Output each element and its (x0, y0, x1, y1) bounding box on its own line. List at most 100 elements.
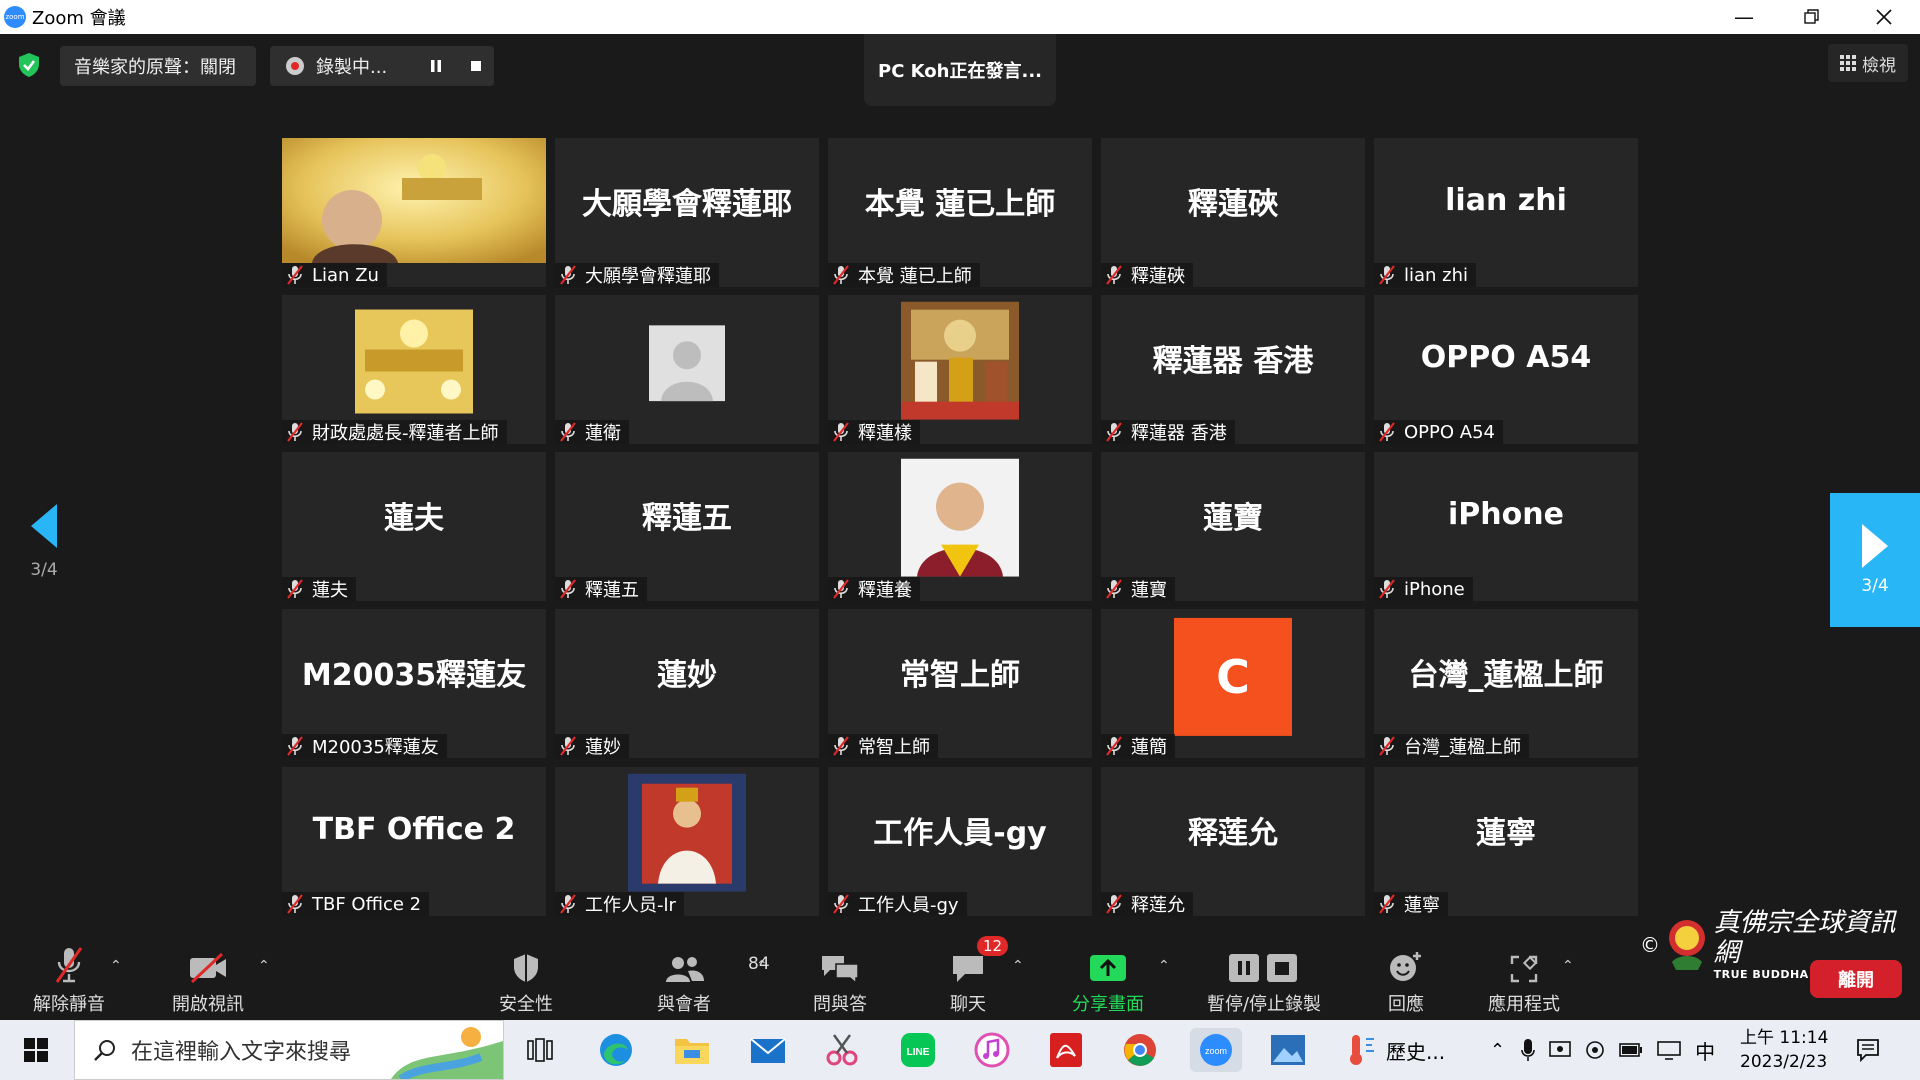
qa-button[interactable]: 問與答 (780, 940, 900, 1016)
participant-name-label: 蓮妙 (555, 734, 629, 758)
pause-recording-button[interactable] (422, 52, 450, 80)
participant-name: M20035釋蓮友 (312, 737, 439, 758)
task-view-button[interactable] (518, 1028, 562, 1072)
leave-button[interactable]: 離開 (1810, 960, 1902, 998)
participant-tile[interactable]: 台灣_蓮楹上師 台灣_蓮楹上師 (1374, 609, 1638, 758)
participants-label: 與會者 (657, 994, 711, 1015)
acrobat-app[interactable] (1044, 1028, 1088, 1072)
camera-tray-icon[interactable] (1585, 1040, 1605, 1060)
zoom-logo-icon: zoom (4, 6, 26, 28)
participant-name-label: 釋蓮五 (555, 577, 647, 601)
close-window-button[interactable] (1850, 0, 1918, 34)
chat-button[interactable]: 12 聊天 (908, 936, 1028, 1016)
security-shield-icon[interactable] (16, 52, 42, 78)
battery-icon[interactable] (1619, 1042, 1643, 1058)
audio-options-caret-icon[interactable]: ⌃ (110, 958, 122, 974)
video-options-caret-icon[interactable]: ⌃ (258, 958, 270, 974)
muted-mic-icon (1378, 579, 1398, 599)
participant-tile[interactable]: 蓮夫 蓮夫 (282, 452, 546, 601)
participant-tile[interactable]: 釋蓮五 釋蓮五 (555, 452, 819, 601)
participant-tile[interactable]: 釋蓮器 香港 釋蓮器 香港 (1101, 295, 1365, 444)
participant-name: 財政處處長-釋蓮者上師 (312, 423, 499, 444)
participants-button[interactable]: 84 與會者 (624, 940, 770, 1016)
participant-tile[interactable]: 蓮衛 (555, 295, 819, 444)
restore-button[interactable] (1778, 0, 1846, 34)
previous-page-button[interactable]: 3/4 (22, 504, 66, 580)
taskbar-search-box[interactable]: 在這裡輸入文字來搜尋 (74, 1020, 504, 1080)
participant-tile[interactable]: 釋蓮養 (828, 452, 1092, 601)
participant-name: 蓮衛 (585, 423, 621, 444)
ime-indicator[interactable]: 中 (1695, 1036, 1715, 1065)
view-button[interactable]: 檢視 (1828, 44, 1908, 82)
participant-tile[interactable]: iPhone iPhone (1374, 452, 1638, 601)
participant-tile[interactable]: 財政處處長-釋蓮者上師 (282, 295, 546, 444)
musician-sound-indicator[interactable]: 音樂家的原聲：關閉 (60, 46, 256, 86)
participant-tile[interactable]: 释莲允 释莲允 (1101, 767, 1365, 916)
participant-tile[interactable]: C 蓮簡 (1101, 609, 1365, 758)
file-explorer-app[interactable] (670, 1028, 714, 1072)
participant-name-label: 蓮寧 (1374, 892, 1448, 916)
participant-tile[interactable]: M20035釋蓮友 M20035釋蓮友 (282, 609, 546, 758)
participant-tile[interactable]: 釋蓮樣 (828, 295, 1092, 444)
active-speaker-banner: PC Koh正在發言... (864, 34, 1056, 106)
pause-stop-recording-button[interactable]: 暫停/停止錄製 (1204, 940, 1324, 1016)
network-icon[interactable] (1657, 1040, 1681, 1060)
microphone-icon[interactable] (1521, 1038, 1535, 1062)
share-caret-icon[interactable]: ⌃ (1158, 958, 1170, 974)
participant-tile[interactable]: TBF Office 2 TBF Office 2 (282, 767, 546, 916)
participant-tile[interactable]: 蓮妙 蓮妙 (555, 609, 819, 758)
notifications-button[interactable] (1846, 1028, 1890, 1072)
tray-expand-icon[interactable]: ⌃ (1490, 1040, 1505, 1061)
next-page-button[interactable]: 3/4 (1830, 493, 1920, 627)
monk-portrait-thumbnail (901, 458, 1019, 577)
participant-tile[interactable]: 工作人員-gy 工作人員-gy (828, 767, 1092, 916)
participant-display-name: 釋蓮器 香港 (1152, 343, 1314, 379)
zoom-app[interactable]: zoom (1190, 1028, 1242, 1072)
participant-name-label: 台灣_蓮楹上師 (1374, 734, 1529, 758)
participant-tile[interactable]: 大願學會釋蓮耶 大願學會釋蓮耶 (555, 138, 819, 287)
photos-app[interactable] (1266, 1028, 1310, 1072)
participant-tile[interactable]: OPPO A54 OPPO A54 (1374, 295, 1638, 444)
participant-display-name: 蓮夫 (384, 500, 444, 536)
chrome-app[interactable] (1118, 1028, 1162, 1072)
unmute-button[interactable]: 解除靜音 (9, 940, 129, 1016)
participant-name: 蓮寧 (1404, 895, 1440, 916)
participant-name: 工作人员-lr (585, 895, 676, 916)
participant-tile[interactable]: 工作人员-lr (555, 767, 819, 916)
participant-name: 蓮簡 (1131, 737, 1167, 758)
apps-caret-icon[interactable]: ⌃ (1562, 958, 1574, 974)
participant-tile[interactable]: Lian Zu (282, 138, 546, 287)
stop-recording-button[interactable] (462, 52, 490, 80)
participant-tile[interactable]: 常智上師 常智上師 (828, 609, 1092, 758)
participant-tile[interactable]: 釋蓮硤 釋蓮硤 (1101, 138, 1365, 287)
scissors-icon (826, 1034, 858, 1066)
start-video-button[interactable]: 開啟視訊 (148, 940, 268, 1016)
participant-display-name: 释莲允 (1188, 815, 1278, 851)
taskbar-clock[interactable]: 上午 11:14 2023/2/23 (1740, 1026, 1828, 1074)
video-off-icon (190, 952, 226, 984)
chat-caret-icon[interactable]: ⌃ (1012, 958, 1024, 974)
share-screen-button[interactable]: 分享畫面 (1048, 940, 1168, 1016)
mail-app[interactable] (746, 1028, 790, 1072)
minimize-button[interactable]: — (1710, 0, 1778, 34)
history-app[interactable]: 歷史... (1346, 1028, 1456, 1072)
participant-name: 釋蓮養 (858, 580, 912, 601)
security-button[interactable]: 安全性 (466, 940, 586, 1016)
itunes-app[interactable] (970, 1028, 1014, 1072)
participant-tile[interactable]: 蓮寶 蓮寶 (1101, 452, 1365, 601)
participant-tile[interactable]: 本覺 蓮已上師 本覺 蓮已上師 (828, 138, 1092, 287)
apps-button[interactable]: 應用程式 (1464, 940, 1584, 1016)
tbs-emblem-icon (1669, 919, 1705, 970)
reactions-button[interactable]: 回應 (1346, 940, 1466, 1016)
participants-caret-icon[interactable]: ⌃ (756, 958, 768, 974)
participant-tile[interactable]: lian zhi lian zhi (1374, 138, 1638, 287)
participant-tile[interactable]: 蓮寧 蓮寧 (1374, 767, 1638, 916)
muted-mic-icon (1378, 894, 1398, 914)
edge-browser-app[interactable] (594, 1028, 638, 1072)
muted-mic-icon (559, 579, 579, 599)
folder-icon (675, 1039, 709, 1064)
windows-start-button[interactable] (14, 1028, 58, 1072)
line-app[interactable]: LINE (896, 1028, 940, 1072)
screen-share-tray-icon[interactable] (1549, 1040, 1571, 1060)
snip-sketch-app[interactable] (820, 1028, 864, 1072)
